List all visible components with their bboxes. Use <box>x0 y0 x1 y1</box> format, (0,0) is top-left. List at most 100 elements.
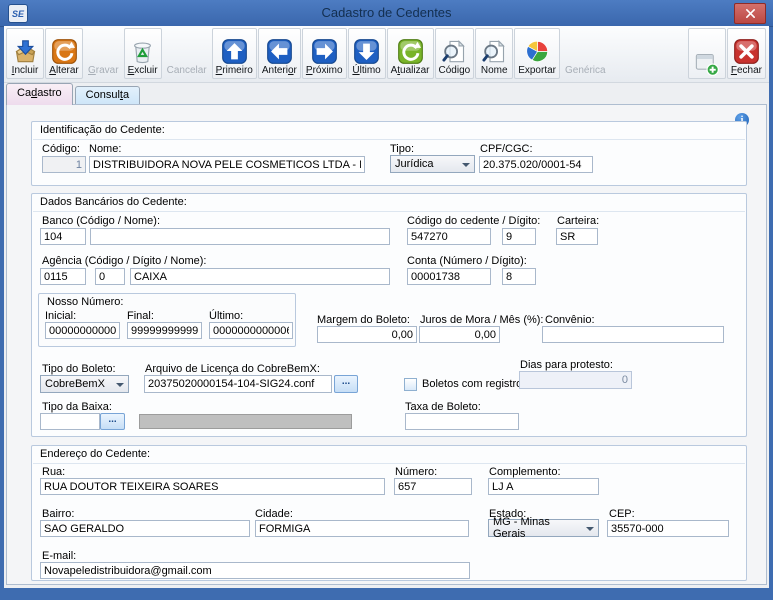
margem-label: Margem do Boleto: <box>317 314 410 326</box>
arquivo-licenca-input[interactable] <box>144 375 332 393</box>
tipo-baixa-label: Tipo da Baixa: <box>42 401 112 413</box>
nome-input[interactable] <box>89 156 365 173</box>
cidade-label: Cidade: <box>255 508 293 520</box>
email-input[interactable] <box>40 562 470 579</box>
tab-strip: CadastroConsulta <box>6 83 142 105</box>
nosso-inicial-input[interactable] <box>45 322 120 339</box>
chevron-down-icon <box>462 163 470 167</box>
nosso-ultimo-input[interactable] <box>209 322 293 339</box>
arquivo-licenca-label: Arquivo de Licença do CobreBemX: <box>145 363 320 375</box>
convenio-input[interactable] <box>542 326 724 343</box>
arrow-left-icon <box>265 37 293 65</box>
exportar-button[interactable]: Exportar <box>514 28 560 79</box>
nome-button[interactable]: Nome <box>475 28 513 79</box>
toolbar-button-label: Cancelar <box>167 65 207 77</box>
codigo-label: Código: <box>42 143 80 155</box>
carteira-label: Carteira: <box>557 215 599 227</box>
toolbar-button-label: Anterior <box>262 65 297 77</box>
cedente-label: Código do cedente / Dígito: <box>407 215 540 227</box>
tipo-boleto-select[interactable]: CobreBemX <box>40 375 129 393</box>
banco-nome-input[interactable] <box>90 228 390 245</box>
group-endereco-title: Endereço do Cedente: <box>40 448 150 460</box>
conta-digito-input[interactable] <box>502 268 536 285</box>
estado-select-value: MG - Minas Gerais <box>493 516 582 540</box>
nosso-final-label: Final: <box>127 310 154 322</box>
search-doc-icon <box>440 37 468 65</box>
cpf-label: CPF/CGC: <box>480 143 533 155</box>
toolbar-button-label: Alterar <box>49 65 78 77</box>
atualizar-button[interactable]: Atualizar <box>387 28 434 79</box>
alterar-button[interactable]: Alterar <box>45 28 83 79</box>
cep-input[interactable] <box>607 520 729 537</box>
numero-label: Número: <box>395 466 437 478</box>
numero-input[interactable] <box>394 478 472 495</box>
toolbar-button-label: Genérica <box>565 65 606 77</box>
refresh-orange-icon <box>50 37 78 65</box>
generica-button: Genérica <box>561 28 610 79</box>
arrow-right-icon <box>310 37 338 65</box>
divider <box>33 139 745 140</box>
cidade-input[interactable] <box>255 520 469 537</box>
dias-protesto-input <box>519 371 632 389</box>
nova-janela-button[interactable] <box>688 28 726 79</box>
rua-input[interactable] <box>40 478 385 495</box>
group-identificacao: Identificação do Cedente: Código: Nome: … <box>31 121 747 186</box>
tipo-select[interactable]: Jurídica <box>390 155 475 173</box>
toolbar: IncluirAlterarGravarExcluirCancelarPrime… <box>4 26 769 83</box>
client-area: IncluirAlterarGravarExcluirCancelarPrime… <box>4 26 769 588</box>
agencia-digito-input[interactable] <box>95 268 125 285</box>
cancelar-button: Cancelar <box>163 28 211 79</box>
juros-input[interactable] <box>419 326 500 343</box>
boletos-com-registro-checkbox[interactable] <box>404 378 417 391</box>
complemento-input[interactable] <box>488 478 599 495</box>
tipo-baixa-browse-button[interactable]: ... <box>100 413 125 430</box>
complemento-label: Complemento: <box>489 466 561 478</box>
conta-numero-input[interactable] <box>407 268 491 285</box>
divider <box>33 463 745 464</box>
proximo-button[interactable]: Próximo <box>302 28 347 79</box>
group-endereco: Endereço do Cedente: Rua: Número: Comple… <box>31 445 747 581</box>
boletos-com-registro-label: Boletos com registro <box>422 378 522 390</box>
toolbar-button-label: Nome <box>481 65 508 77</box>
banco-codigo-input[interactable] <box>40 228 86 245</box>
ultimo-button[interactable]: Último <box>348 28 386 79</box>
arrow-down-icon <box>353 37 381 65</box>
juros-label: Juros de Mora / Mês (%): <box>420 314 543 326</box>
cedente-codigo-input[interactable] <box>407 228 491 245</box>
primeiro-button[interactable]: Primeiro <box>212 28 257 79</box>
arrow-up-icon <box>220 37 248 65</box>
cpf-input[interactable] <box>479 156 593 173</box>
estado-select[interactable]: MG - Minas Gerais <box>488 519 599 537</box>
pie-chart-icon <box>523 37 551 65</box>
arquivo-browse-button[interactable]: ... <box>334 375 358 393</box>
convenio-label: Convênio: <box>545 314 595 326</box>
close-icon <box>745 8 756 19</box>
toolbar-button-label: Fechar <box>731 65 762 77</box>
cedente-digito-input[interactable] <box>502 228 536 245</box>
titlebar-close-button[interactable] <box>734 3 766 24</box>
codigo-button[interactable]: Código <box>435 28 475 79</box>
tipo-baixa-input[interactable] <box>40 413 100 430</box>
anterior-button[interactable]: Anterior <box>258 28 301 79</box>
dias-protesto-label: Dias para protesto: <box>520 359 613 371</box>
toolbar-button-label: Primeiro <box>216 65 253 77</box>
nosso-inicial-label: Inicial: <box>45 310 76 322</box>
taxa-boleto-input[interactable] <box>405 413 519 430</box>
group-nosso-numero-title: Nosso Número: <box>47 296 123 308</box>
tab-consulta[interactable]: Consulta <box>75 86 140 105</box>
inbox-add-icon <box>11 37 39 65</box>
taxa-boleto-label: Taxa de Boleto: <box>405 401 481 413</box>
tipo-select-value: Jurídica <box>395 158 434 170</box>
excluir-button[interactable]: Excluir <box>124 28 162 79</box>
agencia-nome-input[interactable] <box>130 268 390 285</box>
fechar-button[interactable]: Fechar <box>727 28 766 79</box>
tab-cadastro[interactable]: Cadastro <box>6 83 73 105</box>
chevron-down-icon <box>116 383 124 387</box>
nosso-final-input[interactable] <box>127 322 202 339</box>
bairro-input[interactable] <box>40 520 250 537</box>
margem-input[interactable] <box>317 326 417 343</box>
window-add-icon <box>693 49 721 77</box>
incluir-button[interactable]: Incluir <box>6 28 44 79</box>
agencia-codigo-input[interactable] <box>40 268 86 285</box>
carteira-input[interactable] <box>556 228 598 245</box>
